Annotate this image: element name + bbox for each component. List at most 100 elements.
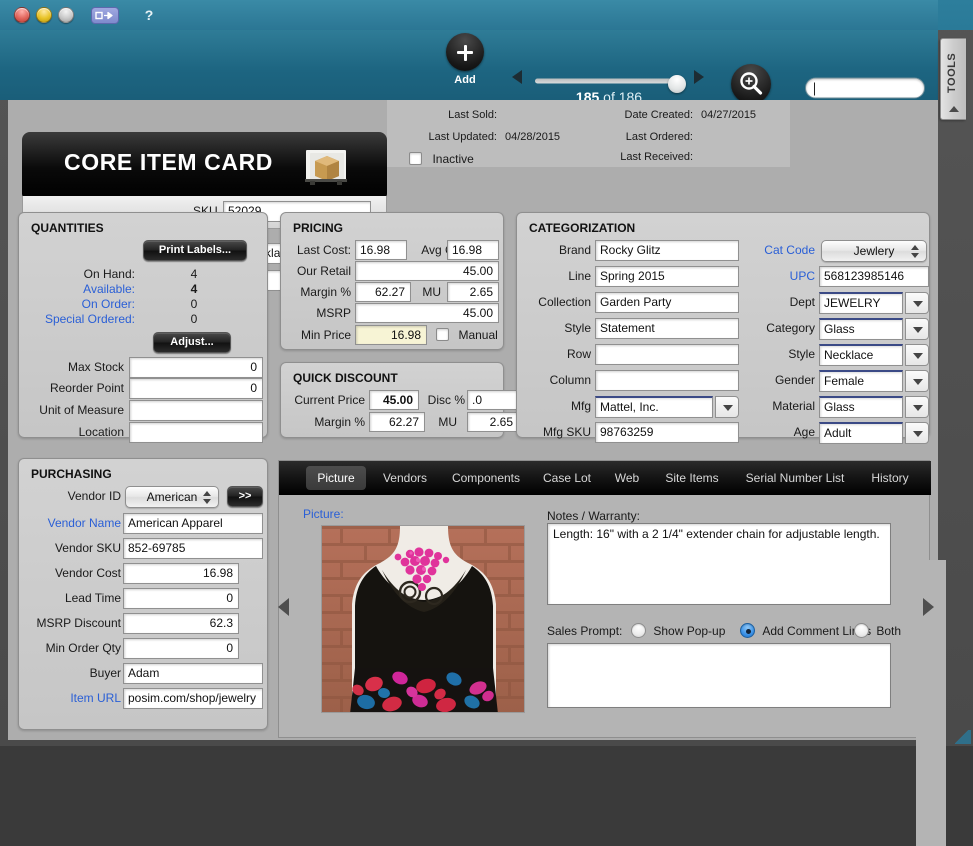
vendor-cost-input[interactable]: 16.98: [123, 563, 239, 584]
inactive-checkbox-row[interactable]: Inactive: [409, 150, 474, 168]
radio-add-comment-lines[interactable]: [740, 623, 755, 638]
tab-vendors[interactable]: Vendors: [374, 466, 436, 490]
notes-warranty-textarea[interactable]: Length: 16" with a 2 1/4" extender chain…: [547, 523, 891, 605]
min-order-qty-input[interactable]: 0: [123, 638, 239, 659]
upc-input[interactable]: 568123985146: [819, 266, 929, 287]
comment-lines-textarea[interactable]: [547, 643, 891, 708]
column-input[interactable]: [595, 370, 739, 391]
chevron-down-icon[interactable]: [905, 370, 929, 392]
vendor-name-label[interactable]: Vendor Name: [25, 516, 121, 530]
min-price-label: Min Price: [287, 328, 351, 342]
min-price-input[interactable]: 16.98: [355, 325, 427, 345]
search-caret: [814, 83, 815, 96]
item-url-label[interactable]: Item URL: [25, 691, 121, 705]
tab-site-items[interactable]: Site Items: [656, 466, 728, 490]
upc-label[interactable]: UPC: [725, 269, 815, 283]
msrp-discount-input[interactable]: 62.3: [123, 613, 239, 634]
tab-web[interactable]: Web: [606, 466, 648, 490]
chevron-down-icon[interactable]: [905, 318, 929, 340]
vendor-id-dropdown[interactable]: American: [125, 486, 219, 508]
unit-of-measure-input[interactable]: [129, 400, 263, 421]
special-ordered-label[interactable]: Special Ordered:: [17, 312, 135, 326]
cat-code-label[interactable]: Cat Code: [725, 243, 815, 257]
sales-prompt-option-both[interactable]: Both: [854, 623, 901, 638]
cat-code-dropdown[interactable]: Jewlery: [821, 240, 927, 262]
msrp-input[interactable]: 45.00: [355, 303, 499, 323]
margin-input[interactable]: 62.27: [355, 282, 411, 302]
export-icon[interactable]: [91, 7, 119, 24]
sales-prompt-option-add-comment-lines[interactable]: Add Comment Lines: [740, 623, 871, 638]
search-input[interactable]: [805, 78, 925, 99]
material-dropdown[interactable]: Glass: [819, 396, 929, 418]
manual-checkbox-row[interactable]: Manual: [436, 326, 498, 344]
vendor-goto-button[interactable]: >>: [227, 486, 263, 507]
stepper-arrows-icon: [203, 491, 211, 505]
next-pane-button[interactable]: [923, 598, 934, 616]
radio-show-popup[interactable]: [631, 623, 646, 638]
item-url-input[interactable]: posim.com/shop/jewelry: [123, 688, 263, 709]
current-price-input[interactable]: 45.00: [369, 390, 419, 410]
manual-checkbox[interactable]: [436, 328, 449, 341]
mfg-sku-input[interactable]: 98763259: [595, 422, 739, 443]
previous-pane-button[interactable]: [278, 598, 289, 616]
radio-both[interactable]: [854, 623, 869, 638]
resize-grip[interactable]: [955, 730, 971, 744]
line-input[interactable]: Spring 2015: [595, 266, 739, 287]
dept-dropdown[interactable]: JEWELRY: [819, 292, 929, 314]
reorder-point-input[interactable]: 0: [129, 378, 263, 399]
location-input[interactable]: [129, 422, 263, 443]
available-label[interactable]: Available:: [39, 282, 135, 296]
tab-picture[interactable]: Picture: [306, 466, 366, 490]
previous-record-button[interactable]: [512, 70, 522, 84]
age-dropdown[interactable]: Adult: [819, 422, 929, 444]
date-created-value: 04/27/2015: [701, 109, 756, 121]
help-button[interactable]: ?: [142, 7, 156, 23]
sales-prompt-option-show-popup[interactable]: Show Pop-up: [631, 623, 725, 638]
qd-markup-input[interactable]: 2.65: [467, 412, 519, 432]
style-left-input[interactable]: Statement: [595, 318, 739, 339]
buyer-input[interactable]: Adam: [123, 663, 263, 684]
minimize-icon[interactable]: [36, 7, 52, 23]
style-right-dropdown[interactable]: Necklace: [819, 344, 929, 366]
mfg-dropdown[interactable]: Mattel, Inc.: [595, 396, 739, 418]
row-input[interactable]: [595, 344, 739, 365]
qd-margin-input[interactable]: 62.27: [369, 412, 425, 432]
inactive-checkbox[interactable]: [409, 152, 422, 165]
adv-search-icon[interactable]: [731, 64, 771, 104]
tab-case-lot[interactable]: Case Lot: [536, 466, 598, 490]
cat-code-dropdown-value: Jewlery: [854, 244, 895, 258]
vendor-id-label: Vendor ID: [29, 489, 121, 503]
tab-components[interactable]: Components: [444, 466, 528, 490]
our-retail-input[interactable]: 45.00: [355, 261, 499, 281]
adjust-button[interactable]: Adjust...: [153, 332, 231, 353]
maximize-icon[interactable]: [58, 7, 74, 23]
vendor-sku-input[interactable]: 852-69785: [123, 538, 263, 559]
tab-serial-number-list[interactable]: Serial Number List: [736, 466, 854, 490]
lead-time-input[interactable]: 0: [123, 588, 239, 609]
manual-label: Manual: [458, 328, 497, 342]
last-cost-input[interactable]: 16.98: [355, 240, 407, 260]
gender-dropdown[interactable]: Female: [819, 370, 929, 392]
tab-history[interactable]: History: [862, 466, 918, 490]
add-button-label: Add: [430, 74, 500, 86]
print-labels-button[interactable]: Print Labels...: [143, 240, 247, 261]
close-icon[interactable]: [14, 7, 30, 23]
vendor-name-input[interactable]: American Apparel: [123, 513, 263, 534]
add-button[interactable]: [446, 33, 484, 71]
chevron-down-icon[interactable]: [905, 396, 929, 418]
disc-input[interactable]: .0: [467, 390, 519, 410]
chevron-down-icon[interactable]: [905, 344, 929, 366]
markup-input[interactable]: 2.65: [447, 282, 499, 302]
brand-input[interactable]: Rocky Glitz: [595, 240, 739, 261]
category-dropdown[interactable]: Glass: [819, 318, 929, 340]
on-order-label[interactable]: On Order:: [39, 297, 135, 311]
record-slider-track[interactable]: [535, 79, 683, 84]
chevron-down-icon[interactable]: [905, 422, 929, 444]
collection-input[interactable]: Garden Party: [595, 292, 739, 313]
tools-panel-tab[interactable]: TOOLS: [940, 38, 966, 120]
avg-cost-input[interactable]: 16.98: [447, 240, 499, 260]
item-picture[interactable]: [321, 525, 525, 713]
next-record-button[interactable]: [694, 70, 704, 84]
chevron-down-icon[interactable]: [905, 292, 929, 314]
max-stock-input[interactable]: 0: [129, 357, 263, 378]
